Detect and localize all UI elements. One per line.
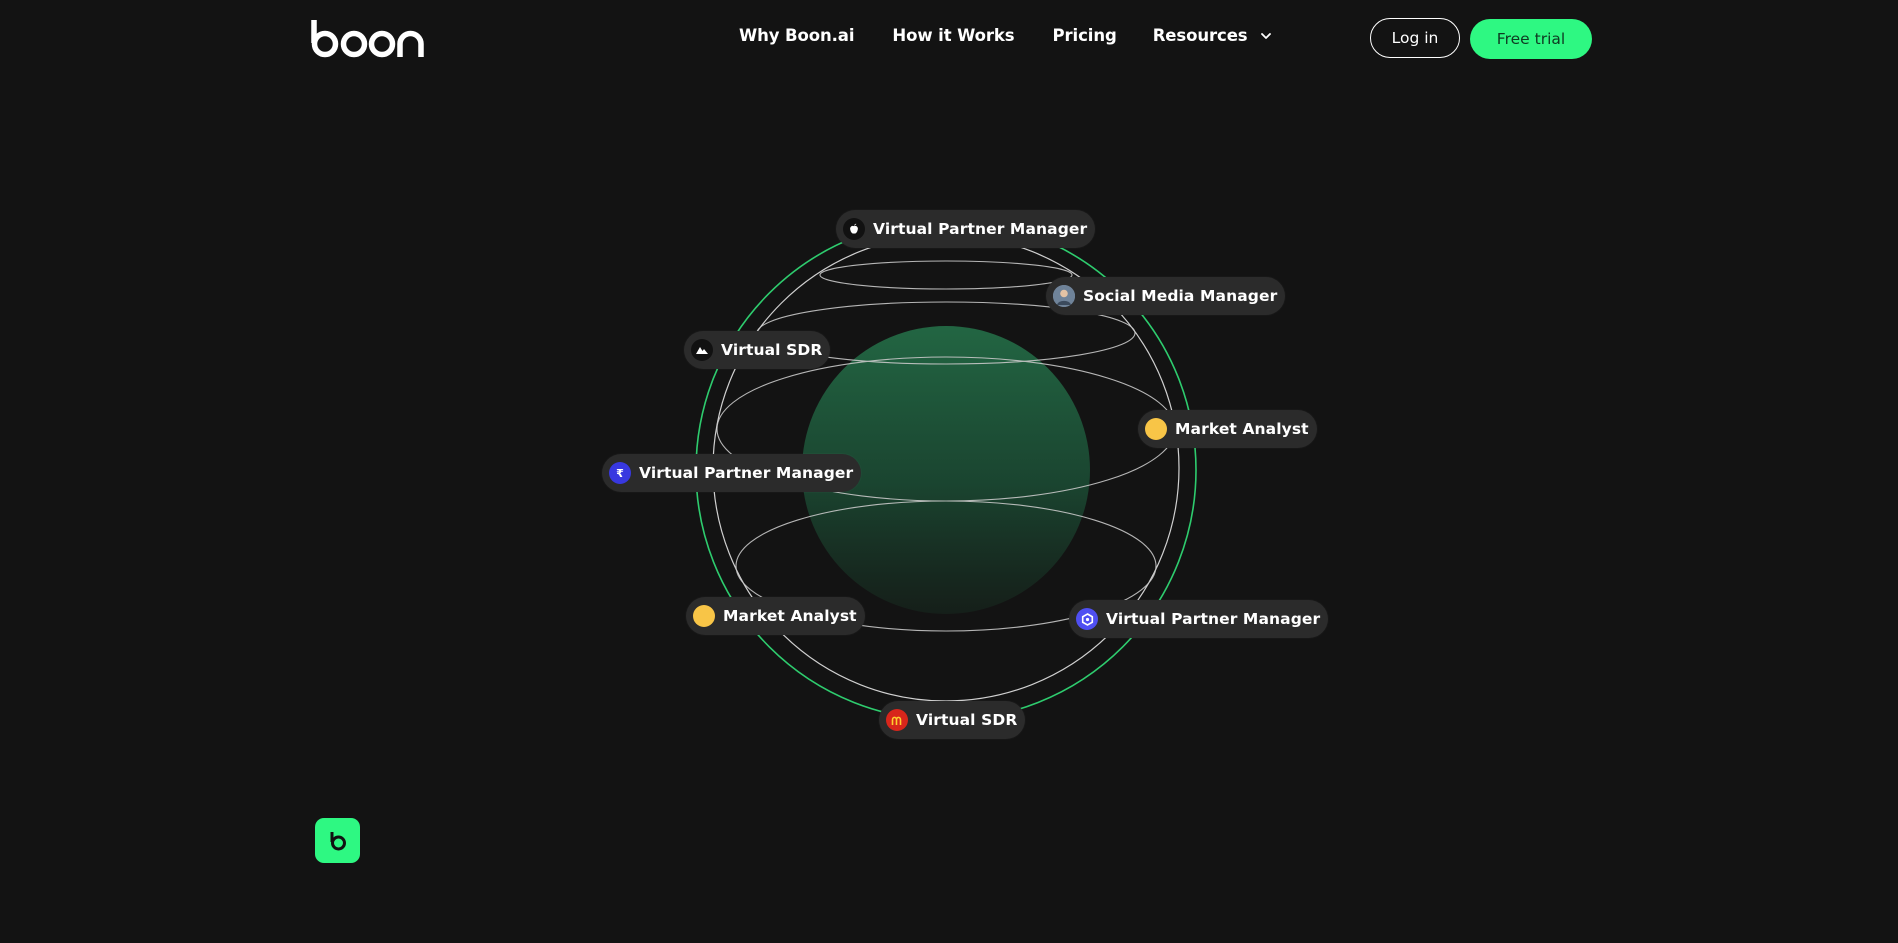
role-pill-virtual-partner-manager[interactable]: ₹ Virtual Partner Manager [602,454,862,492]
role-pill-virtual-sdr[interactable]: Virtual SDR [684,331,831,369]
role-pill-market-analyst[interactable]: Market Analyst [686,597,865,635]
boon-chat-icon [330,831,346,850]
yellow-dot-icon [693,605,715,627]
role-label: Social Media Manager [1083,287,1278,305]
role-pill-social-media-manager[interactable]: Social Media Manager [1046,277,1286,315]
nav-pricing[interactable]: Pricing [1053,26,1117,45]
chevron-down-icon [1260,32,1271,39]
mountain-logo-icon [691,339,713,361]
mcdonalds-logo-icon [886,709,908,731]
globe-illustration [695,219,1197,721]
role-label: Virtual Partner Manager [873,220,1088,238]
nav-how-it-works[interactable]: How it Works [892,26,1014,45]
rupee-icon: ₹ [609,462,631,484]
apple-icon [843,218,865,240]
free-trial-button[interactable]: Free trial [1470,19,1592,59]
role-label: Market Analyst [1175,420,1309,438]
nav-why-boon[interactable]: Why Boon.ai [739,26,855,45]
role-pill-market-analyst[interactable]: Market Analyst [1138,410,1317,448]
role-label: Market Analyst [723,607,857,625]
boon-logo[interactable] [311,18,433,58]
role-label: Virtual SDR [916,711,1018,729]
role-label: Virtual Partner Manager [639,464,854,482]
orbit-ellipse-1 [819,260,1073,290]
login-button[interactable]: Log in [1370,18,1460,58]
nav-resources[interactable]: Resources [1153,26,1272,45]
role-pill-virtual-sdr[interactable]: Virtual SDR [879,701,1026,739]
landing-page: Why Boon.ai How it Works Pricing Resourc… [0,0,1898,943]
yellow-dot-icon [1145,418,1167,440]
nav-resources-label: Resources [1152,26,1248,45]
main-nav: Why Boon.ai How it Works Pricing Resourc… [739,26,1272,45]
chat-launcher-button[interactable] [315,818,360,863]
hexagon-logo-icon [1076,608,1098,630]
role-label: Virtual Partner Manager [1106,610,1321,628]
role-pill-virtual-partner-manager[interactable]: Virtual Partner Manager [1069,600,1329,638]
role-label: Virtual SDR [721,341,823,359]
avatar-photo-icon [1053,285,1075,307]
role-pill-virtual-partner-manager[interactable]: Virtual Partner Manager [836,210,1096,248]
